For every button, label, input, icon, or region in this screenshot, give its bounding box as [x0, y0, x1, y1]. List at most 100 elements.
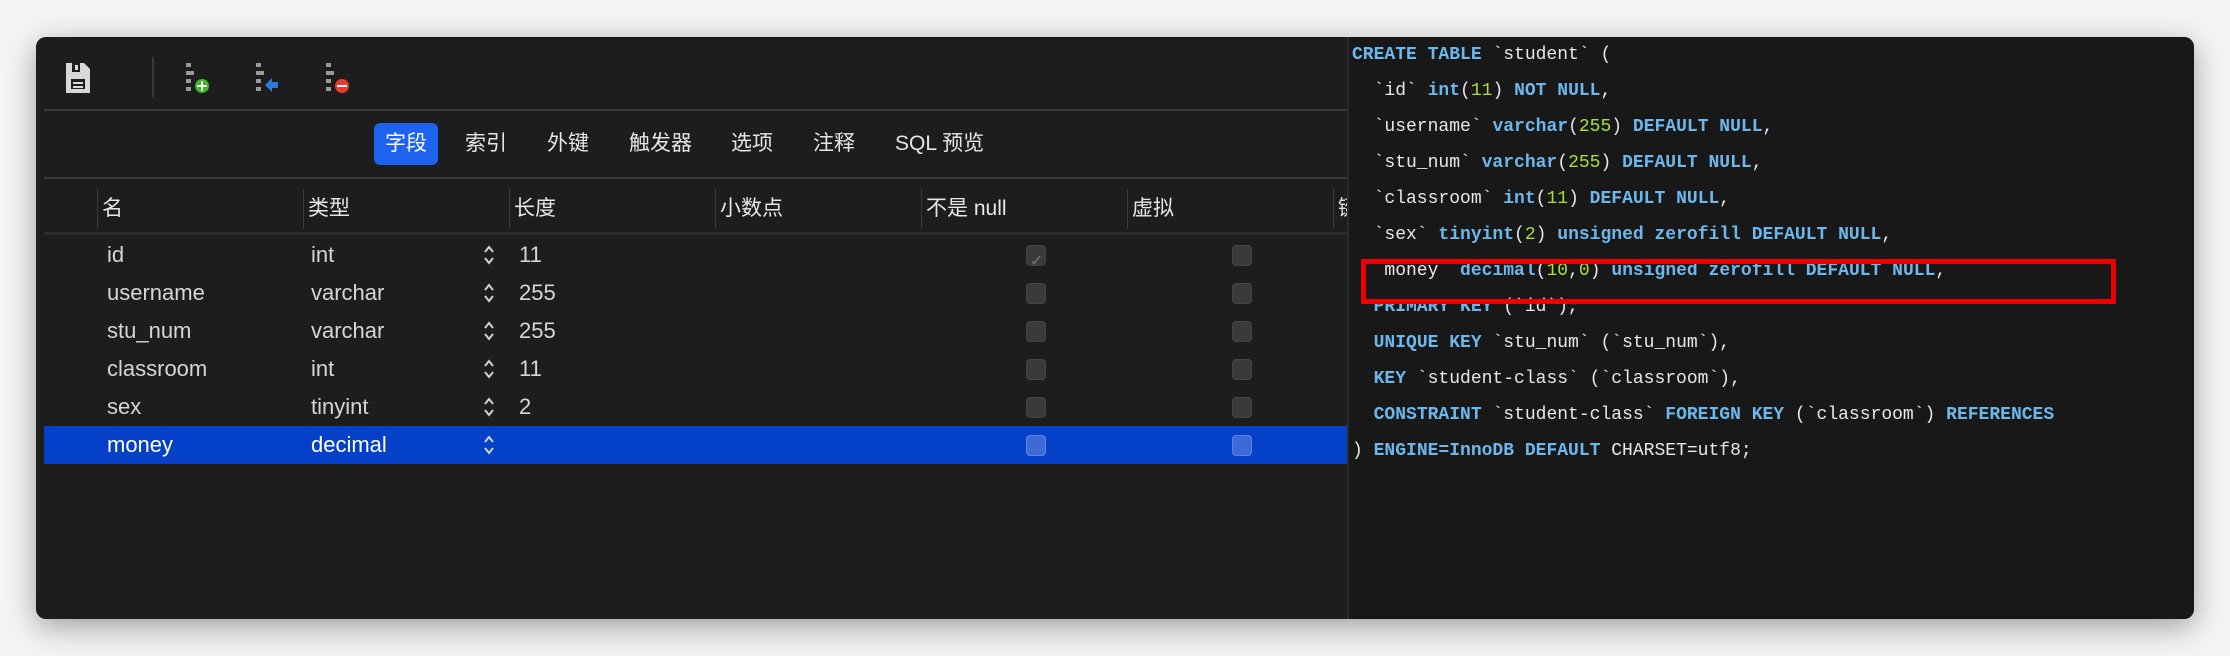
- sql-text: `student` (: [1481, 45, 1612, 65]
- virtual-checkbox[interactable]: [1232, 283, 1252, 304]
- field-name[interactable]: stu_num: [107, 312, 191, 350]
- field-name[interactable]: sex: [107, 388, 141, 426]
- tab-triggers[interactable]: 触发器: [618, 123, 703, 165]
- field-length[interactable]: 2: [519, 388, 531, 426]
- table-designer-window: 字段 索引 外键 触发器 选项 注释 SQL 预览 名 类型 长度 小数点 不是…: [36, 37, 2194, 619]
- virtual-checkbox[interactable]: [1232, 245, 1252, 266]
- tab-sql-preview[interactable]: SQL 预览: [884, 123, 995, 165]
- tab-options[interactable]: 选项: [720, 123, 784, 165]
- virtual-checkbox[interactable]: [1232, 321, 1252, 342]
- sql-code: CREATE TABLE `student` ( `id` int(11) NO…: [1352, 37, 2054, 469]
- sql-line: KEY `student-class` (`classroom`),: [1352, 361, 2054, 397]
- tab-comments[interactable]: 注释: [802, 123, 866, 165]
- sql-keyword: DEFAULT NULL: [1589, 189, 1720, 209]
- sql-text: ,: [1600, 81, 1612, 101]
- table-row[interactable]: stu_num varchar 255: [44, 312, 1347, 350]
- not-null-checkbox[interactable]: [1026, 397, 1046, 418]
- field-length[interactable]: 255: [519, 274, 556, 312]
- save-icon: [66, 63, 90, 93]
- sql-text: `stu_num` (`stu_num`),: [1481, 333, 1731, 353]
- field-length[interactable]: 11: [519, 350, 542, 388]
- sql-number: 2: [1524, 225, 1536, 245]
- sql-text: CHARSET=utf8;: [1600, 441, 1752, 461]
- stepper-icon[interactable]: [482, 426, 496, 472]
- column-header-name[interactable]: 名: [97, 189, 123, 229]
- field-name[interactable]: username: [107, 274, 205, 312]
- not-null-checkbox[interactable]: [1026, 359, 1046, 380]
- not-null-checkbox[interactable]: ✓: [1026, 245, 1046, 270]
- sql-text: `classroom`: [1352, 189, 1504, 209]
- field-name[interactable]: money: [107, 426, 173, 464]
- sql-keyword: tinyint: [1438, 225, 1515, 245]
- sql-text: `student-class`: [1481, 405, 1666, 425]
- column-header-type[interactable]: 类型: [303, 189, 350, 229]
- column-header-decimals[interactable]: 小数点: [715, 189, 783, 229]
- save-button[interactable]: [58, 59, 98, 97]
- not-null-checkbox[interactable]: [1026, 283, 1046, 304]
- field-type[interactable]: int: [311, 350, 334, 388]
- sql-number: 255: [1568, 153, 1601, 173]
- field-type[interactable]: varchar: [311, 312, 384, 350]
- field-type[interactable]: varchar: [311, 274, 384, 312]
- sql-text: (: [1535, 189, 1547, 209]
- tab-bar: 字段 索引 外键 触发器 选项 注释 SQL 预览: [44, 113, 1347, 179]
- table-row[interactable]: sex tinyint 2: [44, 388, 1347, 426]
- table-row[interactable]: username varchar 255: [44, 274, 1347, 312]
- table-row[interactable]: id int 11 ✓: [44, 236, 1347, 274]
- sql-line: UNIQUE KEY `stu_num` (`stu_num`),: [1352, 325, 2054, 361]
- insert-field-icon: [256, 63, 278, 92]
- delete-field-icon: [326, 63, 349, 93]
- virtual-checkbox[interactable]: [1232, 359, 1252, 380]
- tab-indexes[interactable]: 索引: [454, 123, 518, 165]
- sql-text: (: [1557, 153, 1569, 173]
- field-type[interactable]: int: [311, 236, 334, 274]
- sql-keyword: varchar: [1481, 153, 1558, 173]
- delete-field-button[interactable]: [322, 59, 362, 97]
- sql-keyword: UNIQUE KEY: [1373, 333, 1482, 353]
- sql-line: `username` varchar(255) DEFAULT NULL,: [1352, 109, 2054, 145]
- sql-text: `id`: [1352, 81, 1428, 101]
- sql-text: (: [1568, 117, 1579, 137]
- sql-text: ): [1568, 189, 1590, 209]
- sql-line: CONSTRAINT `student-class` FOREIGN KEY (…: [1352, 397, 2055, 433]
- insert-field-button[interactable]: [252, 59, 292, 97]
- sql-line: `id` int(11) NOT NULL,: [1352, 73, 2054, 109]
- sql-text: (: [1460, 81, 1471, 101]
- sql-keyword: KEY: [1373, 369, 1407, 389]
- sql-text: ,: [1881, 225, 1893, 245]
- field-length[interactable]: 255: [519, 312, 556, 350]
- tab-fields[interactable]: 字段: [374, 123, 438, 165]
- field-type[interactable]: tinyint: [311, 388, 368, 426]
- column-header-not-null[interactable]: 不是 null: [921, 189, 1007, 229]
- sql-keyword: DEFAULT NULL: [1622, 153, 1752, 173]
- table-row[interactable]: money decimal: [44, 426, 1347, 464]
- not-null-checkbox[interactable]: [1026, 435, 1046, 456]
- sql-text: ): [1352, 441, 1374, 461]
- add-field-button[interactable]: [182, 59, 222, 97]
- sql-keyword: NOT NULL: [1514, 81, 1601, 101]
- virtual-checkbox[interactable]: [1232, 435, 1252, 456]
- tab-foreign-keys[interactable]: 外键: [536, 123, 600, 165]
- virtual-checkbox[interactable]: [1232, 397, 1252, 418]
- not-null-checkbox[interactable]: [1026, 321, 1046, 342]
- column-header-virtual[interactable]: 虚拟: [1127, 189, 1174, 229]
- field-length[interactable]: 11: [519, 236, 542, 274]
- table-header: 名 类型 长度 小数点 不是 null 虚拟 键: [44, 181, 1359, 235]
- toolbar: [44, 37, 1347, 111]
- sql-number: 11: [1546, 189, 1569, 209]
- sql-keyword: CREATE TABLE: [1352, 45, 1482, 65]
- field-name[interactable]: id: [107, 236, 124, 274]
- field-type[interactable]: decimal: [311, 426, 387, 464]
- sql-line: `stu_num` varchar(255) DEFAULT NULL,: [1352, 145, 2054, 181]
- sql-keyword: DEFAULT NULL: [1632, 117, 1763, 137]
- sql-text: `sex`: [1352, 225, 1439, 245]
- sql-keyword: int: [1427, 81, 1461, 101]
- field-name[interactable]: classroom: [107, 350, 207, 388]
- sql-text: (: [1514, 225, 1525, 245]
- table-row[interactable]: classroom int 11: [44, 350, 1347, 388]
- column-header-length[interactable]: 长度: [509, 189, 556, 229]
- sql-text: (`classroom`): [1784, 405, 1947, 425]
